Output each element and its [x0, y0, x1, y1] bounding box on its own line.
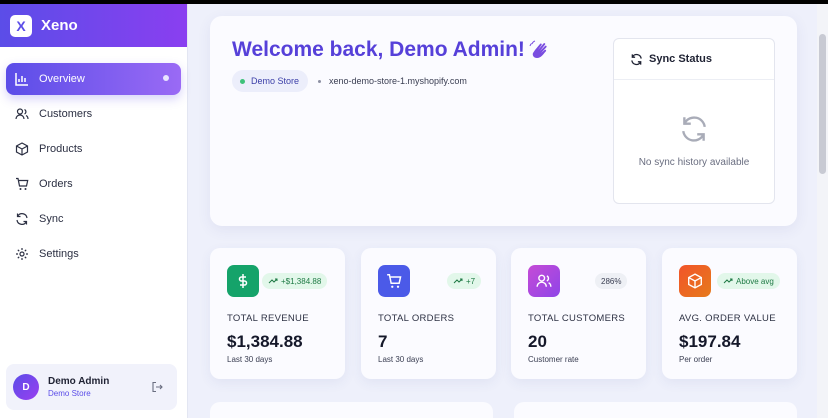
chart-icon [14, 71, 30, 87]
sync-status-title: Sync Status [649, 53, 712, 65]
stat-card-customers: 286% TOTAL CUSTOMERS 20 Customer rate [511, 248, 646, 379]
refresh-icon [630, 53, 643, 66]
sidebar-item-label: Customers [39, 108, 93, 120]
app-frame: X Xeno Overview Customers Products Order… [0, 4, 828, 418]
sidebar-item-orders[interactable]: Orders [6, 168, 181, 200]
stat-label: TOTAL ORDERS [378, 313, 455, 324]
stat-subtext: Last 30 days [378, 355, 424, 364]
box-icon [679, 265, 711, 297]
store-badge-label: Demo Store [251, 76, 300, 86]
dollar-icon [227, 265, 259, 297]
sidebar-nav: Overview Customers Products Orders Sync … [0, 47, 187, 270]
users-icon [14, 106, 30, 122]
welcome-card: Welcome back, Demo Admin! Demo Store xen… [210, 16, 797, 226]
stat-value: 7 [378, 332, 388, 351]
trend-value: Above avg [736, 276, 774, 286]
waving-hand-icon [528, 38, 552, 67]
stat-label: TOTAL REVENUE [227, 313, 309, 324]
stat-subtext: Customer rate [528, 355, 579, 364]
box-icon [14, 141, 30, 157]
sidebar-item-label: Orders [39, 178, 73, 190]
sync-status-card: Sync Status No sync history available [613, 38, 775, 204]
user-card[interactable]: D Demo Admin Demo Store [6, 364, 177, 410]
sidebar-item-label: Sync [39, 213, 64, 225]
scrollbar[interactable] [817, 4, 828, 418]
refresh-icon [679, 114, 709, 149]
logout-icon[interactable] [151, 380, 163, 398]
brand-logo: X [10, 14, 32, 37]
stat-value: 20 [528, 332, 547, 351]
stat-label: AVG. ORDER VALUE [679, 313, 776, 324]
trend-up-icon [453, 278, 463, 284]
user-store: Demo Store [48, 389, 91, 398]
trend-value: +$1,384.88 [281, 276, 322, 286]
store-status-dot [240, 78, 245, 84]
stat-subtext: Last 30 days [227, 355, 273, 364]
cart-icon [14, 176, 30, 192]
sidebar: X Xeno Overview Customers Products Order… [0, 4, 188, 418]
stat-card-revenue: +$1,384.88 TOTAL REVENUE $1,384.88 Last … [210, 248, 345, 379]
stat-card-aov: Above avg AVG. ORDER VALUE $197.84 Per o… [662, 248, 797, 379]
sidebar-item-label: Products [39, 143, 83, 155]
refresh-icon [14, 211, 30, 227]
brand-header[interactable]: X Xeno [0, 4, 187, 47]
stat-value: $1,384.88 [227, 332, 303, 351]
store-badge: Demo Store [232, 70, 309, 92]
sidebar-item-label: Settings [39, 248, 79, 260]
trend-up-icon [723, 278, 733, 284]
stat-label: TOTAL CUSTOMERS [528, 313, 626, 324]
trend-badge: +7 [447, 273, 482, 289]
stat-value: $197.84 [679, 332, 741, 351]
trend-badge: +$1,384.88 [262, 273, 328, 289]
store-url-text: xeno-demo-store-1.myshopify.com [329, 76, 467, 86]
gear-icon [14, 246, 30, 262]
user-info: Demo Admin Demo Store [48, 376, 109, 398]
sync-empty-message: No sync history available [638, 157, 750, 168]
separator-dot [318, 79, 321, 83]
active-indicator [163, 75, 169, 81]
trend-value: +7 [466, 276, 476, 286]
rate-badge: 286% [595, 273, 628, 289]
store-url: xeno-demo-store-1.myshopify.com [318, 76, 467, 86]
trend-badge: Above avg [717, 273, 780, 289]
sidebar-item-label: Overview [39, 73, 85, 85]
sidebar-item-settings[interactable]: Settings [6, 238, 181, 270]
trend-up-icon [268, 278, 278, 284]
user-name: Demo Admin [48, 376, 110, 387]
brand-name: Xeno [41, 17, 78, 34]
chart-card [210, 402, 493, 418]
page-title: Welcome back, Demo Admin! [232, 38, 525, 61]
sidebar-item-overview[interactable]: Overview [6, 63, 181, 95]
sidebar-item-sync[interactable]: Sync [6, 203, 181, 235]
stat-subtext: Per order [679, 355, 713, 364]
chart-card [514, 402, 797, 418]
sync-status-header: Sync Status [614, 39, 774, 80]
users-icon [528, 265, 560, 297]
avatar: D [13, 374, 39, 400]
rate-value: 286% [601, 276, 622, 286]
cart-icon [378, 265, 410, 297]
scrollbar-thumb[interactable] [819, 34, 826, 174]
sidebar-item-customers[interactable]: Customers [6, 98, 181, 130]
sidebar-item-products[interactable]: Products [6, 133, 181, 165]
stat-card-orders: +7 TOTAL ORDERS 7 Last 30 days [361, 248, 496, 379]
